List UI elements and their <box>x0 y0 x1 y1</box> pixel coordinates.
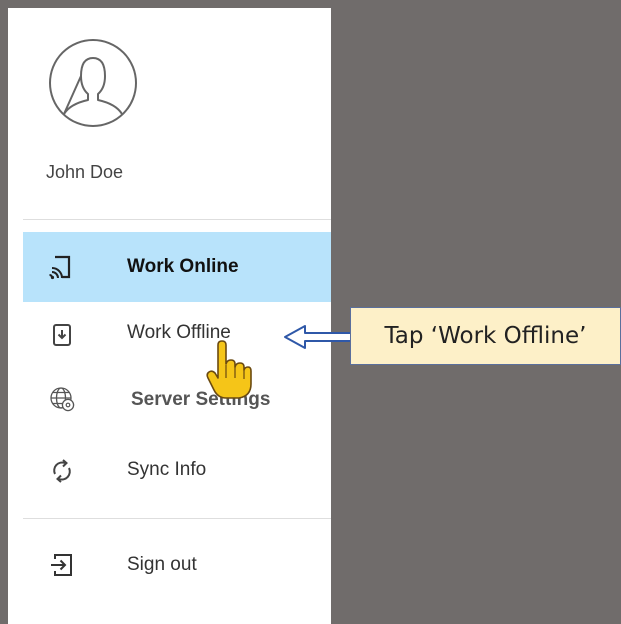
navigation-drawer: John Doe Work Online Work Offline Server… <box>8 8 331 624</box>
menu-item-label: Work Online <box>127 256 239 277</box>
divider <box>23 518 331 519</box>
device-download-icon <box>53 324 71 346</box>
pointing-hand-icon <box>206 340 252 399</box>
menu-item-sync-info[interactable]: Sync Info <box>23 434 331 504</box>
callout-tooltip: Tap ‘Work Offline’ <box>350 307 621 365</box>
menu-item-sign-out[interactable]: Sign out <box>23 530 331 600</box>
sync-icon <box>53 459 71 483</box>
callout-arrow-icon <box>284 325 352 349</box>
globe-gear-icon <box>50 387 75 412</box>
user-name: John Doe <box>46 162 124 182</box>
sign-out-icon <box>51 554 72 576</box>
cast-device-icon <box>49 255 71 280</box>
menu-item-label: Sync Info <box>127 459 207 480</box>
menu-item-work-online[interactable]: Work Online <box>23 232 331 302</box>
menu-item-server-settings[interactable]: Server Settings <box>23 362 331 432</box>
divider <box>23 219 331 220</box>
menu-item-label: Sign out <box>127 554 197 575</box>
user-avatar-icon[interactable] <box>48 38 138 128</box>
